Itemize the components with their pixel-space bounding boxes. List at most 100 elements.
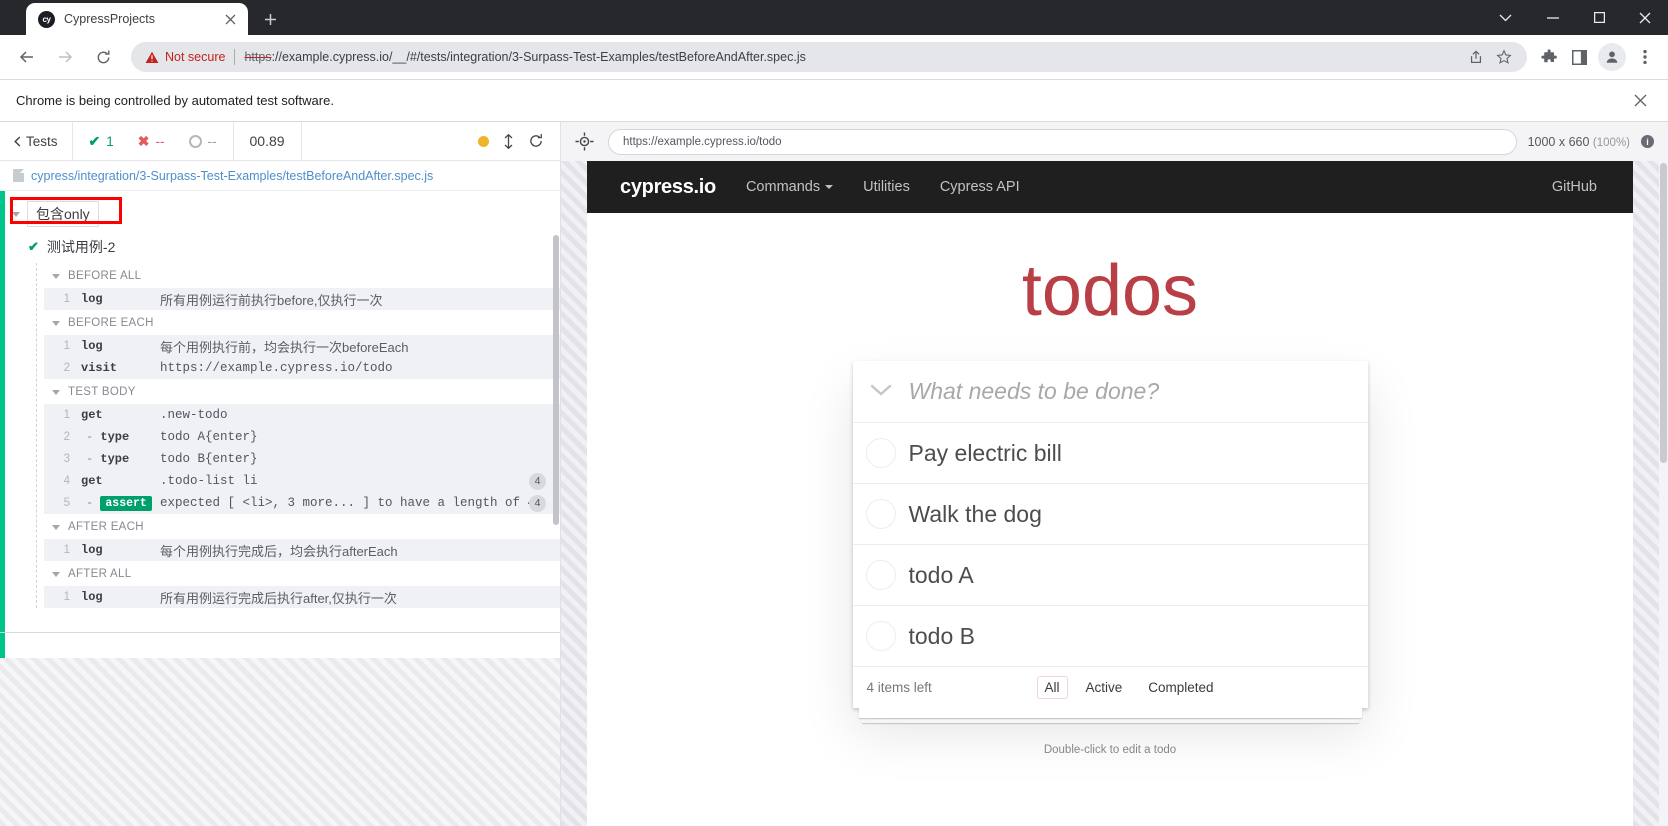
todo-item-label: todo B — [908, 622, 976, 649]
window-chevron-icon[interactable] — [1480, 0, 1530, 35]
more-menu-icon[interactable] — [1630, 41, 1660, 73]
command-message: expected [ <li>, 3 more... ] to have a l… — [160, 496, 536, 510]
run-status-bar-lower — [0, 191, 5, 632]
site-brand[interactable]: cypress.io — [620, 176, 716, 199]
amber-dot-icon[interactable] — [478, 135, 489, 147]
reporter-scrollbar[interactable] — [553, 235, 559, 525]
command-list-test-body: 1 get .new-todo 2 type todo A{enter} 3 t… — [44, 404, 560, 514]
command-number: 4 — [63, 475, 70, 487]
aut-panel: https://example.cypress.io/todo 1000 x 6… — [561, 122, 1668, 826]
stat-failed: ✖ -- — [126, 133, 177, 150]
filter-active[interactable]: Active — [1078, 676, 1131, 699]
command-row[interactable]: 2 visit https://example.cypress.io/todo — [44, 357, 560, 379]
side-panel-icon[interactable] — [1564, 41, 1594, 73]
window-close-button[interactable] — [1622, 0, 1668, 35]
command-message: 所有用例运行前执行before,仅执行一次 — [160, 292, 383, 308]
tab-title: CypressProjects — [64, 12, 155, 26]
address-bar[interactable]: Not secure https://example.cypress.io/__… — [131, 42, 1527, 72]
profile-avatar-icon[interactable] — [1598, 43, 1626, 71]
todo-toggle-checkbox[interactable] — [865, 438, 896, 468]
new-todo-input[interactable]: What needs to be done? — [909, 378, 1160, 405]
command-message: todo B{enter} — [160, 452, 258, 466]
share-icon[interactable] — [1463, 44, 1489, 70]
nav-link-cypress-api[interactable]: Cypress API — [940, 179, 1020, 195]
stat-pending: -- — [177, 134, 229, 149]
nav-link-utilities[interactable]: Utilities — [863, 179, 910, 195]
file-icon — [13, 169, 24, 182]
selector-playground-icon[interactable] — [571, 129, 597, 155]
window-minimize-button[interactable] — [1530, 0, 1576, 35]
tree-bottom-divider — [0, 632, 560, 633]
restart-icon[interactable] — [528, 133, 544, 149]
spec-file-path[interactable]: cypress/integration/3-Surpass-Test-Examp… — [0, 161, 560, 191]
tab-close-icon[interactable] — [220, 9, 240, 29]
command-name: type — [70, 452, 160, 466]
hook-label: BEFORE EACH — [68, 317, 154, 329]
browser-tab[interactable]: cy CypressProjects — [26, 3, 248, 35]
command-row[interactable]: 5 assert expected [ <li>, 3 more... ] to… — [44, 492, 560, 514]
todo-toggle-checkbox[interactable] — [865, 621, 896, 651]
command-number: 2 — [63, 431, 70, 443]
hook-label: BEFORE ALL — [68, 270, 142, 282]
todo-card-stack-shadow — [858, 708, 1362, 718]
aut-scrollbar-track[interactable] — [1659, 161, 1668, 826]
command-row[interactable]: 4 get .todo-list li 4 — [44, 470, 560, 492]
toggle-all-chevron-icon[interactable] — [853, 380, 909, 403]
command-list-after-all: 1 log 所有用例运行完成后执行after,仅执行一次 — [44, 586, 560, 608]
command-row[interactable]: 1 log 每个用例执行前，均会执行一次beforeEach — [44, 335, 560, 357]
nav-link-github[interactable]: GitHub — [1552, 179, 1597, 195]
aut-iframe: cypress.io Commands Utilities Cypress AP… — [561, 161, 1668, 826]
command-row[interactable]: 3 type todo B{enter} — [44, 448, 560, 470]
infobar-close-icon[interactable] — [1628, 89, 1652, 113]
suite-collapse-caret-icon[interactable] — [12, 211, 20, 217]
command-row[interactable]: 1 get .new-todo — [44, 404, 560, 426]
command-row[interactable]: 1 log 所有用例运行完成后执行after,仅执行一次 — [44, 586, 560, 608]
resize-vertical-icon[interactable] — [503, 133, 514, 149]
reload-button[interactable] — [87, 41, 119, 73]
back-button[interactable] — [11, 41, 43, 73]
hook-header-test-body[interactable]: TEST BODY — [44, 379, 560, 404]
viewport-scale: (100%) — [1592, 136, 1630, 149]
hook-label: TEST BODY — [68, 386, 136, 398]
suite-row[interactable]: 包含only — [0, 197, 560, 231]
aut-url-text: https://example.cypress.io/todo — [623, 135, 782, 148]
todo-list-item[interactable]: todo A — [852, 545, 1368, 606]
bookmark-star-icon[interactable] — [1491, 44, 1517, 70]
info-icon[interactable]: i — [1641, 135, 1654, 148]
aut-url-field[interactable]: https://example.cypress.io/todo — [608, 128, 1517, 155]
forward-button[interactable] — [49, 41, 81, 73]
hook-header-after-each[interactable]: AFTER EACH — [44, 514, 560, 539]
new-tab-button[interactable] — [256, 5, 284, 33]
command-row[interactable]: 2 type todo A{enter} — [44, 426, 560, 448]
reporter-empty-hatch — [0, 658, 560, 826]
back-to-tests-button[interactable]: Tests — [0, 122, 73, 160]
todo-list-item[interactable]: Pay electric bill — [852, 423, 1368, 484]
todo-toggle-checkbox[interactable] — [865, 560, 896, 590]
todo-hint-text: Double-click to edit a todo — [1043, 744, 1177, 756]
command-name: log — [81, 543, 103, 557]
command-row[interactable]: 1 log 所有用例运行前执行before,仅执行一次 — [44, 288, 560, 310]
filter-all[interactable]: All — [1036, 676, 1068, 699]
extensions-icon[interactable] — [1534, 41, 1564, 73]
hook-header-before-each[interactable]: BEFORE EACH — [44, 310, 560, 335]
todo-toggle-checkbox[interactable] — [865, 499, 896, 529]
reporter-header: Tests ✔ 1 ✖ -- -- 00.89 — [0, 122, 560, 161]
command-name: get — [81, 408, 103, 422]
hook-header-before-all[interactable]: BEFORE ALL — [44, 263, 560, 288]
filter-completed[interactable]: Completed — [1140, 676, 1221, 699]
todo-list-item[interactable]: Walk the dog — [852, 484, 1368, 545]
todo-list-item[interactable]: todo B — [852, 606, 1368, 667]
test-row[interactable]: ✔ 测试用例-2 — [0, 231, 560, 263]
window-maximize-button[interactable] — [1576, 0, 1622, 35]
todo-footer: 4 items left All Active Completed — [853, 667, 1368, 708]
nav-link-commands[interactable]: Commands — [746, 179, 834, 195]
not-secure-label: Not secure — [165, 50, 226, 64]
app-under-test: cypress.io Commands Utilities Cypress AP… — [587, 161, 1633, 826]
command-message: 每个用例执行完成后，均会执行afterEach — [160, 543, 398, 559]
aut-scrollbar-thumb[interactable] — [1660, 163, 1667, 463]
chevron-down-icon — [52, 389, 60, 395]
command-row[interactable]: 1 log 每个用例执行完成后，均会执行afterEach — [44, 539, 560, 561]
hook-header-after-all[interactable]: AFTER ALL — [44, 561, 560, 586]
automation-infobar: Chrome is being controlled by automated … — [0, 80, 1668, 122]
browser-window: cy CypressProjects Not secure https://ex… — [0, 0, 1668, 826]
